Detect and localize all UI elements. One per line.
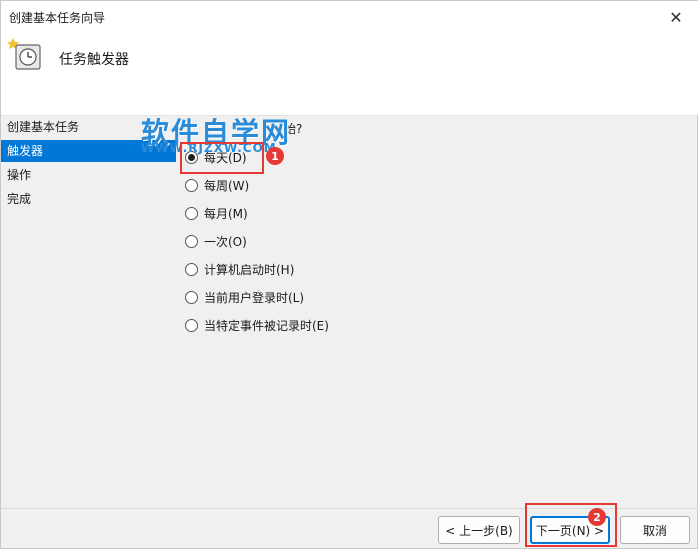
clock-icon [7, 38, 41, 70]
cancel-button[interactable]: 取消 [620, 516, 690, 544]
title-bar: 创建基本任务向导 ✕ [1, 1, 698, 33]
wizard-header: 任务触发器 [1, 33, 698, 116]
option-at-startup[interactable]: 计算机启动时(H) [185, 260, 294, 278]
step-finish: 完成 [7, 192, 32, 206]
step-action: 操作 [7, 168, 32, 182]
option-label: 计算机启动时(H) [204, 262, 295, 277]
radio-icon[interactable] [185, 262, 198, 276]
annotation-box-1 [180, 142, 264, 174]
wizard-window: 创建基本任务向导 ✕ 任务触发器 创建基本任务 触发器 操作 完成 始? 每天(… [0, 0, 698, 549]
option-monthly[interactable]: 每月(M) [185, 204, 248, 222]
annotation-badge-1: 1 [266, 147, 284, 165]
back-button[interactable]: < 上一步(B) [438, 516, 520, 544]
option-on-event[interactable]: 当特定事件被记录时(E) [185, 316, 329, 334]
option-at-logon[interactable]: 当前用户登录时(L) [185, 288, 304, 306]
wizard-steps: 创建基本任务 触发器 操作 完成 [1, 116, 176, 516]
option-label: 每周(W) [204, 178, 250, 193]
option-label: 当特定事件被记录时(E) [204, 318, 329, 333]
window-title: 创建基本任务向导 [9, 11, 106, 25]
radio-icon[interactable] [185, 290, 198, 304]
annotation-badge-2: 2 [588, 508, 606, 526]
option-label: 每月(M) [204, 206, 248, 221]
trigger-options: 始? 每天(D) 每周(W) 每月(M) 一次(O) 计算机启动时(H) 当前用… [176, 116, 698, 506]
header-title: 任务触发器 [59, 52, 129, 68]
radio-icon[interactable] [185, 234, 198, 248]
option-weekly[interactable]: 每周(W) [185, 176, 249, 194]
radio-icon[interactable] [185, 206, 198, 220]
close-icon[interactable]: ✕ [653, 1, 698, 33]
option-label: 一次(O) [204, 234, 247, 249]
option-once[interactable]: 一次(O) [185, 232, 247, 250]
radio-icon[interactable] [185, 318, 198, 332]
option-label: 当前用户登录时(L) [204, 290, 305, 305]
radio-icon[interactable] [185, 178, 198, 192]
